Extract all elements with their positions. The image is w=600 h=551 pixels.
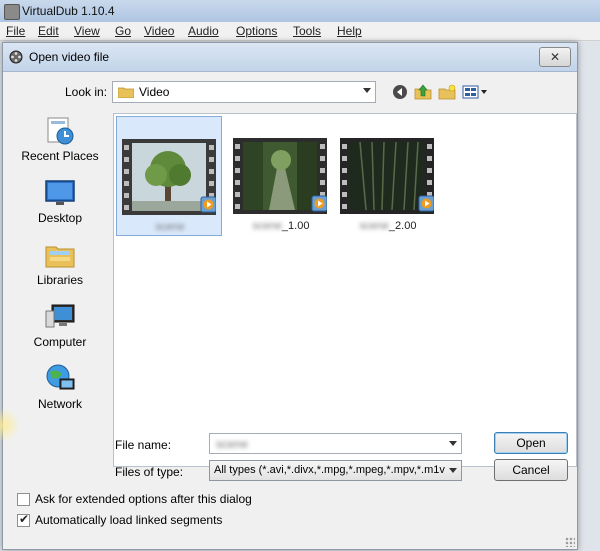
blurred-file-name: scene xyxy=(252,220,282,232)
dialog-title: Open video file xyxy=(29,50,110,64)
view-menu-icon xyxy=(462,85,487,99)
file-item[interactable]: scene_2.00 xyxy=(335,116,441,236)
chevron-down-icon xyxy=(449,468,457,473)
open-button-label: Open xyxy=(516,436,546,450)
place-computer[interactable]: Computer xyxy=(13,299,107,357)
new-folder-icon xyxy=(438,84,456,100)
file-name-suffix: _2.00 xyxy=(388,220,417,232)
file-name-label: scene_2.00 xyxy=(335,220,441,232)
menu-help[interactable]: Help xyxy=(337,24,362,38)
app-title: VirtualDub 1.10.4 xyxy=(22,4,115,18)
place-libraries[interactable]: Libraries xyxy=(13,237,107,295)
open-button[interactable]: Open xyxy=(494,432,568,454)
menu-audio[interactable]: Audio xyxy=(188,24,219,38)
menu-edit[interactable]: Edit xyxy=(38,24,59,38)
file-list[interactable]: scene scene_1.00 scene_2.00 xyxy=(113,113,577,467)
place-label: Libraries xyxy=(36,273,84,287)
video-thumbnail xyxy=(233,138,327,214)
file-name-suffix: _1.00 xyxy=(281,220,310,232)
open-video-dialog: Open video file ✕ Look in: Video Recent … xyxy=(2,42,578,550)
place-label: Network xyxy=(37,397,82,411)
file-name-value: scene xyxy=(216,437,249,451)
close-button[interactable]: ✕ xyxy=(539,47,571,67)
places-bar: Recent Places Desktop Libraries Computer… xyxy=(13,113,107,413)
look-in-dropdown[interactable]: Video xyxy=(112,81,376,103)
new-folder-button[interactable] xyxy=(437,83,457,101)
file-item[interactable]: scene xyxy=(116,116,222,236)
files-of-type-value: All types (*.avi,*.divx,*.mpg,*.mpeg,*.m… xyxy=(214,464,445,476)
place-label: Recent Places xyxy=(21,149,99,163)
film-reel-icon xyxy=(9,50,23,64)
resize-grip[interactable] xyxy=(565,537,575,547)
chevron-down-icon xyxy=(449,441,457,446)
place-label: Computer xyxy=(33,335,87,349)
computer-icon xyxy=(45,304,75,328)
look-in-value: Video xyxy=(139,85,170,99)
place-desktop[interactable]: Desktop xyxy=(13,175,107,233)
file-name-label: scene xyxy=(117,221,223,233)
up-one-level-button[interactable] xyxy=(413,83,433,101)
ask-extended-options-checkbox[interactable] xyxy=(17,493,30,506)
menu-options[interactable]: Options xyxy=(236,24,277,38)
file-name-label: scene_1.00 xyxy=(228,220,334,232)
desktop-icon xyxy=(45,180,75,205)
auto-load-segments-label: Automatically load linked segments xyxy=(35,513,223,527)
file-item[interactable]: scene_1.00 xyxy=(228,116,334,236)
network-icon xyxy=(46,364,75,390)
up-folder-icon xyxy=(414,84,432,100)
video-thumbnail xyxy=(340,138,434,214)
place-label: Desktop xyxy=(37,211,83,225)
app-menubar: File Edit View Go Video Audio Options To… xyxy=(0,22,600,41)
close-icon: ✕ xyxy=(549,50,561,64)
menu-go[interactable]: Go xyxy=(115,24,131,38)
libraries-icon xyxy=(45,246,75,268)
cancel-button-label: Cancel xyxy=(512,463,550,477)
view-menu-button[interactable] xyxy=(461,83,491,101)
place-network[interactable]: Network xyxy=(13,361,107,419)
app-titlebar: VirtualDub 1.10.4 xyxy=(0,0,600,23)
files-of-type-label: Files of type: xyxy=(115,465,184,479)
checkmark-icon: ✔ xyxy=(19,512,30,526)
recent-places-icon xyxy=(47,117,74,145)
blurred-file-name: scene xyxy=(359,220,389,232)
virtualdub-icon xyxy=(4,4,20,20)
back-arrow-icon xyxy=(393,85,407,99)
ask-extended-options-label: Ask for extended options after this dial… xyxy=(35,492,252,506)
menu-file[interactable]: File xyxy=(6,24,25,38)
video-thumbnail xyxy=(122,139,216,215)
place-recent-places[interactable]: Recent Places xyxy=(13,113,107,171)
dialog-titlebar[interactable]: Open video file ✕ xyxy=(3,43,577,72)
files-of-type-select[interactable]: All types (*.avi,*.divx,*.mpg,*.mpeg,*.m… xyxy=(209,460,462,481)
back-button[interactable] xyxy=(391,83,409,101)
blurred-file-name: scene xyxy=(155,221,185,233)
chevron-down-icon xyxy=(363,88,371,93)
cancel-button[interactable]: Cancel xyxy=(494,459,568,481)
file-name-input[interactable]: scene xyxy=(209,433,462,454)
file-name-label: File name: xyxy=(115,438,172,452)
menu-video[interactable]: Video xyxy=(144,24,174,38)
folder-icon xyxy=(118,87,134,98)
auto-load-segments-checkbox[interactable]: ✔ xyxy=(17,512,30,527)
menu-tools[interactable]: Tools xyxy=(293,24,321,38)
look-in-label: Look in: xyxy=(65,85,108,99)
menu-view[interactable]: View xyxy=(74,24,100,38)
